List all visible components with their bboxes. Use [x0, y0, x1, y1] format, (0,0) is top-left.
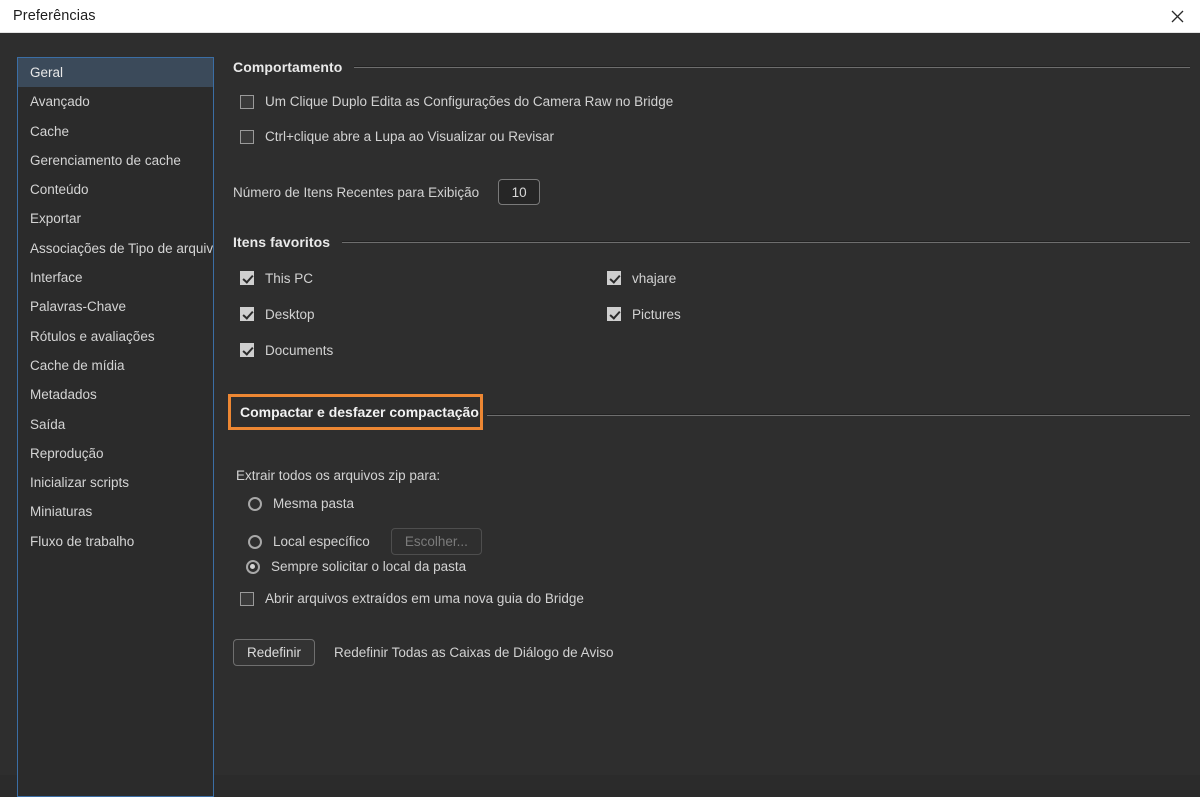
choose-folder-button[interactable]: Escolher...	[390, 528, 482, 555]
radio-row-specific-location[interactable]: Local específico Escolher...	[248, 528, 482, 555]
favorite-row[interactable]: Desktop	[240, 296, 333, 332]
favorite-label: Documents	[265, 342, 334, 358]
favorite-label: vhajare	[632, 270, 677, 286]
sidebar-item-miniaturas[interactable]: Miniaturas	[18, 497, 213, 526]
sidebar-item-interface[interactable]: Interface	[18, 263, 213, 292]
checkbox-label-ctrl-click: Ctrl+clique abre a Lupa ao Visualizar ou…	[265, 129, 555, 144]
preferences-content-panel: Comportamento Um Clique Duplo Edita as C…	[228, 58, 1193, 773]
sidebar-item-cache-de-m-dia[interactable]: Cache de mídia	[18, 351, 213, 380]
section-divider	[487, 414, 1190, 416]
favorites-right-column: vhajare Pictures	[607, 260, 681, 332]
checkbox-row-ctrl-click[interactable]: Ctrl+clique abre a Lupa ao Visualizar ou…	[240, 129, 554, 144]
highlight-box-compress-section: Compactar e desfazer compactação	[228, 394, 483, 430]
sidebar-item-palavras-chave[interactable]: Palavras-Chave	[18, 292, 213, 321]
favorite-label: Desktop	[265, 306, 315, 322]
favorite-label: This PC	[265, 270, 314, 286]
checkbox-favorite-pictures[interactable]	[607, 307, 621, 321]
sidebar-item-associa-es-de-tipo-de-arquivo[interactable]: Associações de Tipo de arquivo	[18, 234, 213, 263]
radio-label-same-folder: Mesma pasta	[273, 496, 355, 511]
sidebar-item-metadados[interactable]: Metadados	[18, 380, 213, 409]
section-header-behavior: Comportamento	[233, 58, 1190, 76]
sidebar-item-geral[interactable]: Geral	[18, 58, 213, 88]
radio-always-ask[interactable]	[246, 559, 260, 574]
favorite-row[interactable]: Pictures	[607, 296, 681, 332]
section-divider	[354, 66, 1190, 68]
checkbox-open-extracted-new-tab[interactable]	[240, 591, 254, 606]
close-icon	[1171, 10, 1184, 23]
favorites-left-column: This PC Desktop Documents	[240, 260, 333, 368]
sidebar-item-inicializar-scripts[interactable]: Inicializar scripts	[18, 468, 213, 497]
recent-items-label: Número de Itens Recentes para Exibição	[233, 184, 480, 200]
checkbox-label-open-new-tab: Abrir arquivos extraídos em uma nova gui…	[265, 591, 584, 606]
radio-specific-location[interactable]	[248, 534, 262, 549]
recent-items-input[interactable]: 10	[498, 179, 541, 205]
sidebar-item-exportar[interactable]: Exportar	[18, 204, 213, 233]
favorite-row[interactable]: vhajare	[607, 260, 681, 296]
sidebar-item-fluxo-de-trabalho[interactable]: Fluxo de trabalho	[18, 527, 213, 556]
checkbox-row-double-click[interactable]: Um Clique Duplo Edita as Configurações d…	[240, 94, 673, 109]
close-button[interactable]	[1155, 0, 1200, 33]
checkbox-favorite-this-pc[interactable]	[240, 271, 254, 285]
checkbox-double-click-edit[interactable]	[240, 94, 254, 109]
checkbox-favorite-vhajare[interactable]	[607, 271, 621, 285]
window-title: Preferências	[13, 8, 96, 24]
checkbox-row-open-new-tab[interactable]: Abrir arquivos extraídos em uma nova gui…	[240, 591, 584, 606]
checkbox-favorite-documents[interactable]	[240, 343, 254, 357]
extract-target-label: Extrair todos os arquivos zip para:	[236, 468, 441, 483]
section-divider	[342, 241, 1190, 243]
sidebar-item-cache[interactable]: Cache	[18, 117, 213, 146]
radio-row-same-folder[interactable]: Mesma pasta	[248, 496, 354, 511]
preferences-category-list[interactable]: Geral Avançado Cache Gerenciamento de cache…	[17, 57, 214, 797]
sidebar-item-avan-ado[interactable]: Avançado	[18, 87, 213, 116]
favorite-row[interactable]: Documents	[240, 332, 333, 368]
reset-description: Redefinir Todas as Caixas de Diálogo de …	[334, 645, 614, 660]
section-title-compress: Compactar e desfazer compactação	[240, 404, 479, 420]
favorite-row[interactable]: This PC	[240, 260, 333, 296]
recent-items-row: Número de Itens Recentes para Exibição 1…	[233, 179, 541, 205]
section-title-favorites: Itens favoritos	[233, 234, 331, 250]
section-title-behavior: Comportamento	[233, 59, 343, 75]
section-header-favorites: Itens favoritos	[233, 233, 1190, 251]
sidebar-item-reprodu-o[interactable]: Reprodução	[18, 439, 213, 468]
favorite-label: Pictures	[632, 306, 681, 322]
checkbox-ctrl-click-loupe[interactable]	[240, 129, 254, 144]
reset-row: Redefinir Redefinir Todas as Caixas de D…	[233, 639, 613, 666]
sidebar-item-conte-do[interactable]: Conteúdo	[18, 175, 213, 204]
sidebar-item-sa-da[interactable]: Saída	[18, 410, 213, 439]
radio-same-folder[interactable]	[248, 496, 262, 511]
radio-row-always-ask[interactable]: Sempre solicitar o local da pasta	[246, 559, 466, 574]
checkbox-label-double-click: Um Clique Duplo Edita as Configurações d…	[265, 94, 674, 109]
sidebar-item-r-tulos-e-avalia-es[interactable]: Rótulos e avaliações	[18, 322, 213, 351]
preferences-dialog-body: Geral Avançado Cache Gerenciamento de cache…	[0, 33, 1200, 797]
checkbox-favorite-desktop[interactable]	[240, 307, 254, 321]
window-titlebar: Preferências	[0, 0, 1200, 33]
reset-button[interactable]: Redefinir	[233, 639, 316, 666]
sidebar-item-gerenciamento-de-cache[interactable]: Gerenciamento de cache	[18, 146, 213, 175]
radio-label-specific-location: Local específico	[273, 534, 370, 549]
radio-label-always-ask: Sempre solicitar o local da pasta	[271, 559, 467, 574]
